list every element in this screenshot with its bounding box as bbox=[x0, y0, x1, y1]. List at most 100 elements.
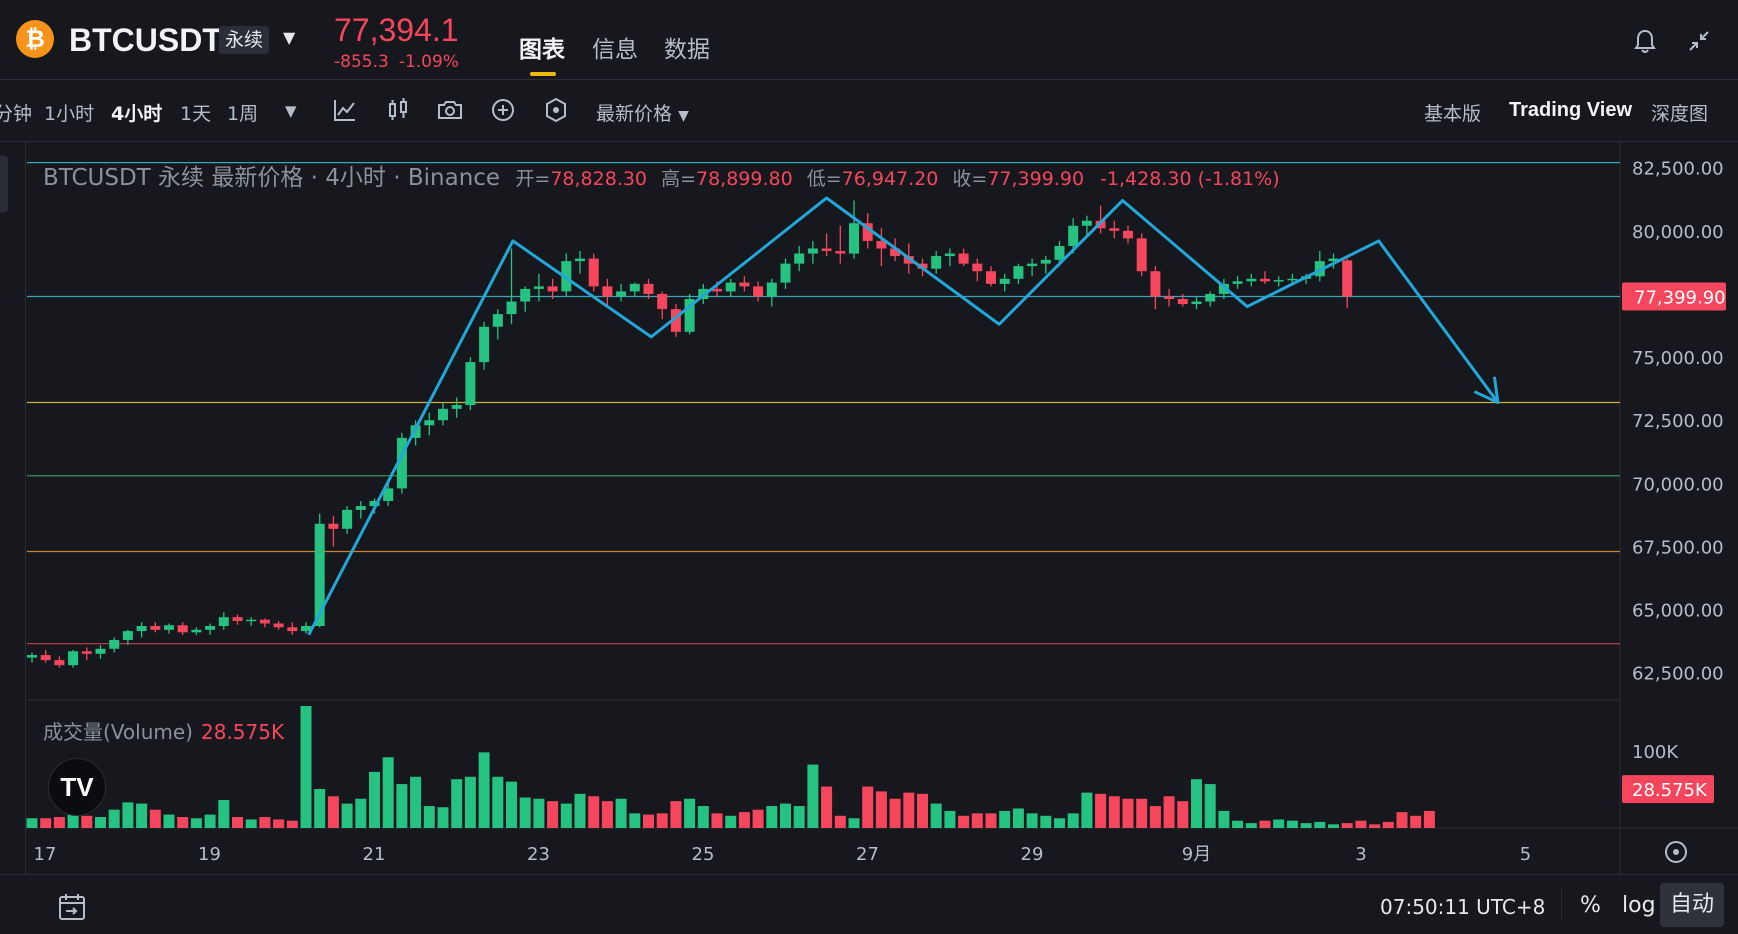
candle-body[interactable] bbox=[1109, 228, 1120, 231]
candle-body[interactable] bbox=[1123, 230, 1133, 239]
candle-body[interactable] bbox=[849, 223, 859, 254]
candle-body[interactable] bbox=[616, 291, 627, 297]
candle-body[interactable] bbox=[191, 629, 202, 633]
candle-body[interactable] bbox=[1287, 278, 1298, 281]
candle-body[interactable] bbox=[1232, 281, 1243, 284]
candle-body[interactable] bbox=[232, 617, 243, 621]
timeframe-4h[interactable]: 4小时 bbox=[111, 99, 162, 126]
candle-body[interactable] bbox=[1260, 278, 1270, 282]
candle-body[interactable] bbox=[1054, 245, 1065, 260]
candle-body[interactable] bbox=[1177, 298, 1188, 305]
candle-body[interactable] bbox=[1027, 263, 1038, 267]
candle-body[interactable] bbox=[821, 248, 832, 252]
candle-body[interactable] bbox=[150, 626, 161, 630]
candle-body[interactable] bbox=[588, 258, 599, 287]
auto-scale-button[interactable]: 自动 bbox=[1660, 883, 1724, 927]
candle-body[interactable] bbox=[1136, 238, 1147, 272]
timeframe-1d[interactable]: 1天 bbox=[180, 99, 211, 126]
candle-body[interactable] bbox=[807, 248, 818, 254]
candle-body[interactable] bbox=[1013, 266, 1024, 279]
candle-body[interactable] bbox=[602, 286, 613, 297]
candle-body[interactable] bbox=[753, 286, 764, 297]
candle-body[interactable] bbox=[780, 263, 791, 283]
candle-body[interactable] bbox=[122, 631, 133, 640]
candle-body[interactable] bbox=[218, 617, 229, 627]
candle-body[interactable] bbox=[54, 660, 65, 666]
candle-body[interactable] bbox=[986, 271, 996, 284]
candle-body[interactable] bbox=[355, 506, 366, 510]
candle-body[interactable] bbox=[1205, 293, 1216, 302]
caret-down-icon[interactable]: ▼ bbox=[283, 28, 295, 47]
candle-body[interactable] bbox=[999, 278, 1010, 284]
log-scale-button[interactable]: log bbox=[1622, 893, 1656, 918]
candle-body[interactable] bbox=[944, 253, 955, 257]
candle-body[interactable] bbox=[246, 619, 257, 622]
candle-body[interactable] bbox=[273, 623, 284, 628]
candle-body[interactable] bbox=[835, 251, 846, 254]
price-type-select[interactable]: 最新价格 ▼ bbox=[596, 99, 689, 126]
candle-body[interactable] bbox=[109, 639, 120, 649]
candle-body[interactable] bbox=[205, 626, 216, 630]
symbol-name[interactable]: BTCUSDT bbox=[69, 22, 222, 59]
candle-body[interactable] bbox=[739, 282, 750, 287]
bell-icon[interactable] bbox=[1630, 26, 1660, 56]
candle-body[interactable] bbox=[520, 288, 531, 302]
candle-body[interactable] bbox=[725, 282, 736, 292]
candle-body[interactable] bbox=[575, 258, 585, 262]
timeframe-1w[interactable]: 1周 bbox=[227, 99, 258, 126]
candle-body[interactable] bbox=[328, 523, 339, 529]
candle-body[interactable] bbox=[164, 625, 174, 630]
candle-body[interactable] bbox=[506, 301, 517, 315]
candle-body[interactable] bbox=[287, 627, 298, 632]
candle-body[interactable] bbox=[1040, 259, 1051, 264]
camera-icon[interactable] bbox=[436, 96, 464, 124]
candle-body[interactable] bbox=[1191, 301, 1202, 305]
candle-body[interactable] bbox=[766, 282, 777, 297]
view-tradingview[interactable]: Trading View bbox=[1509, 99, 1632, 122]
view-basic[interactable]: 基本版 bbox=[1424, 99, 1481, 126]
drawing-tools-strip[interactable] bbox=[0, 142, 26, 874]
candle-body[interactable] bbox=[492, 314, 503, 327]
percent-scale-button[interactable]: % bbox=[1580, 893, 1601, 918]
candle-type-icon[interactable] bbox=[384, 96, 412, 124]
candle-body[interactable] bbox=[794, 253, 805, 264]
candle-body[interactable] bbox=[136, 626, 147, 632]
tab-chart[interactable]: 图表 bbox=[519, 30, 565, 64]
candle-body[interactable] bbox=[479, 326, 490, 363]
utc-clock[interactable]: 07:50:11 UTC+8 bbox=[1380, 895, 1545, 919]
candlestick-chart[interactable]: 82,500.00 80,000.00 75,000.00 72,500.00 70,0… bbox=[0, 142, 1738, 874]
drawing-tool-button[interactable] bbox=[0, 156, 8, 212]
candle-body[interactable] bbox=[931, 256, 942, 269]
collapse-icon[interactable] bbox=[1684, 26, 1714, 56]
candle-body[interactable] bbox=[451, 405, 462, 409]
indicator-chart-icon[interactable] bbox=[331, 96, 359, 124]
candle-body[interactable] bbox=[424, 420, 435, 426]
timeframe-minute[interactable]: 分钟 bbox=[0, 99, 32, 126]
candle-body[interactable] bbox=[342, 509, 353, 529]
candle-body[interactable] bbox=[177, 625, 188, 633]
candle-body[interactable] bbox=[81, 651, 92, 654]
candle-body[interactable] bbox=[1081, 220, 1092, 226]
candle-body[interactable] bbox=[68, 651, 79, 666]
candle-body[interactable] bbox=[1246, 278, 1257, 282]
candle-body[interactable] bbox=[465, 362, 476, 406]
candle-body[interactable] bbox=[438, 408, 448, 421]
candle-body[interactable] bbox=[643, 283, 654, 294]
add-indicator-icon[interactable] bbox=[489, 96, 517, 124]
candle-body[interactable] bbox=[95, 648, 106, 654]
settings-hex-icon[interactable] bbox=[542, 96, 570, 124]
tab-data[interactable]: 数据 bbox=[664, 30, 710, 64]
candle-body[interactable] bbox=[533, 286, 544, 289]
tradingview-logo[interactable]: TV bbox=[48, 758, 106, 816]
view-depth[interactable]: 深度图 bbox=[1651, 99, 1708, 126]
candle-body[interactable] bbox=[1342, 260, 1353, 297]
candle-body[interactable] bbox=[40, 655, 51, 661]
candle-body[interactable] bbox=[972, 263, 983, 272]
chart-area[interactable]: 82,500.00 80,000.00 75,000.00 72,500.00 70,0… bbox=[0, 142, 1738, 874]
timeframe-1h[interactable]: 1小时 bbox=[44, 99, 94, 126]
candle-body[interactable] bbox=[1068, 225, 1079, 246]
candle-body[interactable] bbox=[27, 655, 37, 658]
candle-body[interactable] bbox=[629, 283, 640, 292]
candle-body[interactable] bbox=[547, 286, 558, 292]
candle-body[interactable] bbox=[1273, 280, 1284, 282]
